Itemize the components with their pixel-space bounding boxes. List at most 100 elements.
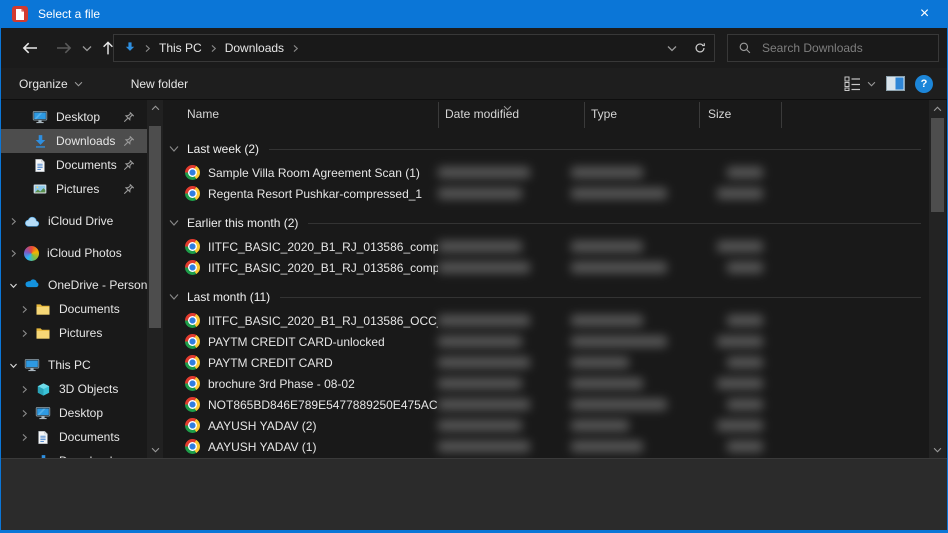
- sidebar-item-3d-objects[interactable]: 3D Objects: [1, 377, 147, 401]
- preview-pane-button[interactable]: [886, 76, 905, 91]
- scroll-down-arrow[interactable]: [929, 441, 946, 458]
- scroll-up-arrow[interactable]: [929, 100, 946, 117]
- close-button[interactable]: ×: [902, 0, 947, 28]
- sidebar-item-documents[interactable]: Documents: [1, 153, 147, 177]
- chevron-down-icon[interactable]: [9, 360, 24, 370]
- column-header-type[interactable]: Type: [591, 107, 617, 121]
- sidebar-item-desktop[interactable]: Desktop: [1, 401, 147, 425]
- command-bar: Organize New folder ?: [1, 68, 947, 100]
- help-button[interactable]: ?: [915, 74, 933, 93]
- redacted-date-cell: [438, 241, 522, 252]
- file-row[interactable]: AAYUSH YADAV (1): [167, 436, 929, 457]
- group-collapse-icon[interactable]: [169, 145, 181, 153]
- search-box[interactable]: [727, 34, 939, 62]
- chrome-icon: [185, 313, 200, 328]
- column-separator[interactable]: [584, 102, 585, 128]
- chrome-icon: [185, 260, 200, 275]
- chevron-right-icon[interactable]: [9, 216, 24, 226]
- address-bar[interactable]: This PC Downloads: [113, 34, 715, 62]
- app-icon: [12, 6, 28, 22]
- scroll-down-arrow[interactable]: [147, 442, 163, 458]
- column-separator[interactable]: [699, 102, 700, 128]
- forward-button[interactable]: [51, 36, 77, 60]
- new-folder-button[interactable]: New folder: [121, 71, 198, 97]
- view-mode-button[interactable]: [844, 76, 876, 91]
- breadcrumb-item[interactable]: This PC: [153, 35, 208, 61]
- group-header[interactable]: Earlier this month (2): [167, 210, 929, 236]
- chevron-right-icon[interactable]: [20, 304, 35, 314]
- file-row[interactable]: brochure 3rd Phase - 08-02: [167, 373, 929, 394]
- sidebar-item-pictures[interactable]: Pictures: [1, 177, 147, 201]
- sidebar-item-downloads[interactable]: Downloads: [1, 129, 147, 153]
- breadcrumb-item[interactable]: Downloads: [219, 35, 290, 61]
- back-button[interactable]: [17, 36, 43, 60]
- file-row[interactable]: NOT865BD846E789E5477889250E475AC23...: [167, 394, 929, 415]
- column-header-date-modified[interactable]: Date modified: [445, 107, 519, 121]
- recent-locations-button[interactable]: [79, 36, 95, 60]
- redacted-type-cell: [571, 420, 629, 431]
- chevron-down-icon[interactable]: [9, 280, 24, 290]
- chevron-right-icon[interactable]: [20, 328, 35, 338]
- file-row[interactable]: IITFC_BASIC_2020_B1_RJ_013586_complet...: [167, 257, 929, 278]
- scroll-up-arrow[interactable]: [147, 100, 163, 116]
- sidebar-scrollbar[interactable]: [147, 100, 163, 458]
- chevron-right-icon[interactable]: [9, 248, 24, 258]
- redacted-size-cell: [727, 441, 763, 452]
- file-row[interactable]: AAYUSH YADAV (2): [167, 415, 929, 436]
- group-header[interactable]: Last week (2): [167, 136, 929, 162]
- sidebar-item-documents[interactable]: Documents: [1, 297, 147, 321]
- address-dropdown-button[interactable]: [658, 35, 686, 61]
- column-separator[interactable]: [781, 102, 782, 128]
- file-row[interactable]: Regenta Resort Pushkar-compressed_1: [167, 183, 929, 204]
- file-name: Sample Villa Room Agreement Scan (1): [208, 165, 420, 180]
- file-row[interactable]: PAYTM CREDIT CARD: [167, 352, 929, 373]
- group-label: Earlier this month (2): [187, 216, 299, 230]
- chevron-down-icon: [82, 45, 92, 51]
- column-header-name[interactable]: Name: [187, 107, 219, 121]
- file-name: brochure 3rd Phase - 08-02: [208, 376, 355, 391]
- sidebar-item-this-pc[interactable]: This PC: [1, 353, 147, 377]
- sidebar-item-pictures[interactable]: Pictures: [1, 321, 147, 345]
- breadcrumb-separator-icon: [290, 44, 301, 53]
- group-header[interactable]: Last month (11): [167, 284, 929, 310]
- sidebar-item-onedrive-personal[interactable]: OneDrive - Personal: [1, 273, 147, 297]
- file-row[interactable]: IITFC_BASIC_2020_B1_RJ_013586_OCC_ce...: [167, 310, 929, 331]
- group-divider: [308, 222, 921, 224]
- sidebar-item-downloads[interactable]: Downloads: [1, 449, 147, 458]
- chevron-right-icon[interactable]: [20, 384, 35, 394]
- redacted-date-cell: [438, 378, 522, 389]
- sidebar-item-icloud-photos[interactable]: iCloud Photos: [1, 241, 147, 265]
- sidebar-item-label: OneDrive - Personal: [48, 278, 147, 292]
- chrome-icon: [185, 186, 200, 201]
- group-collapse-icon[interactable]: [169, 219, 181, 227]
- icloud-photos-icon: [24, 245, 39, 261]
- chevron-right-icon[interactable]: [20, 408, 35, 418]
- file-row[interactable]: IITFC_BASIC_2020_B1_RJ_013586_complet...: [167, 236, 929, 257]
- preview-pane-icon: [886, 76, 905, 91]
- group-collapse-icon[interactable]: [169, 293, 181, 301]
- pin-icon: [123, 159, 135, 171]
- breadcrumb: This PC Downloads: [142, 35, 301, 61]
- refresh-button[interactable]: [686, 35, 714, 61]
- chevron-right-icon[interactable]: [20, 432, 35, 442]
- list-scrollbar[interactable]: [929, 100, 946, 458]
- file-name: NOT865BD846E789E5477889250E475AC23...: [208, 397, 438, 412]
- organize-label: Organize: [19, 76, 68, 91]
- column-header-size[interactable]: Size: [708, 107, 731, 121]
- search-input[interactable]: [760, 40, 920, 56]
- chrome-icon: [185, 334, 200, 349]
- downloads-icon: [122, 40, 138, 56]
- organize-button[interactable]: Organize: [9, 71, 93, 97]
- scrollbar-thumb[interactable]: [931, 118, 944, 212]
- titlebar[interactable]: Select a file ×: [1, 0, 947, 28]
- new-folder-label: New folder: [130, 76, 189, 91]
- sidebar-item-icloud-drive[interactable]: iCloud Drive: [1, 209, 147, 233]
- scrollbar-thumb[interactable]: [149, 126, 161, 328]
- column-separator[interactable]: [438, 102, 439, 128]
- file-row[interactable]: Sample Villa Room Agreement Scan (1): [167, 162, 929, 183]
- file-row[interactable]: PAYTM CREDIT CARD-unlocked: [167, 331, 929, 352]
- sidebar-item-desktop[interactable]: Desktop: [1, 105, 147, 129]
- sidebar-item-label: Pictures: [59, 326, 103, 340]
- sidebar-item-documents[interactable]: Documents: [1, 425, 147, 449]
- file-name: IITFC_BASIC_2020_B1_RJ_013586_complet...: [208, 239, 438, 254]
